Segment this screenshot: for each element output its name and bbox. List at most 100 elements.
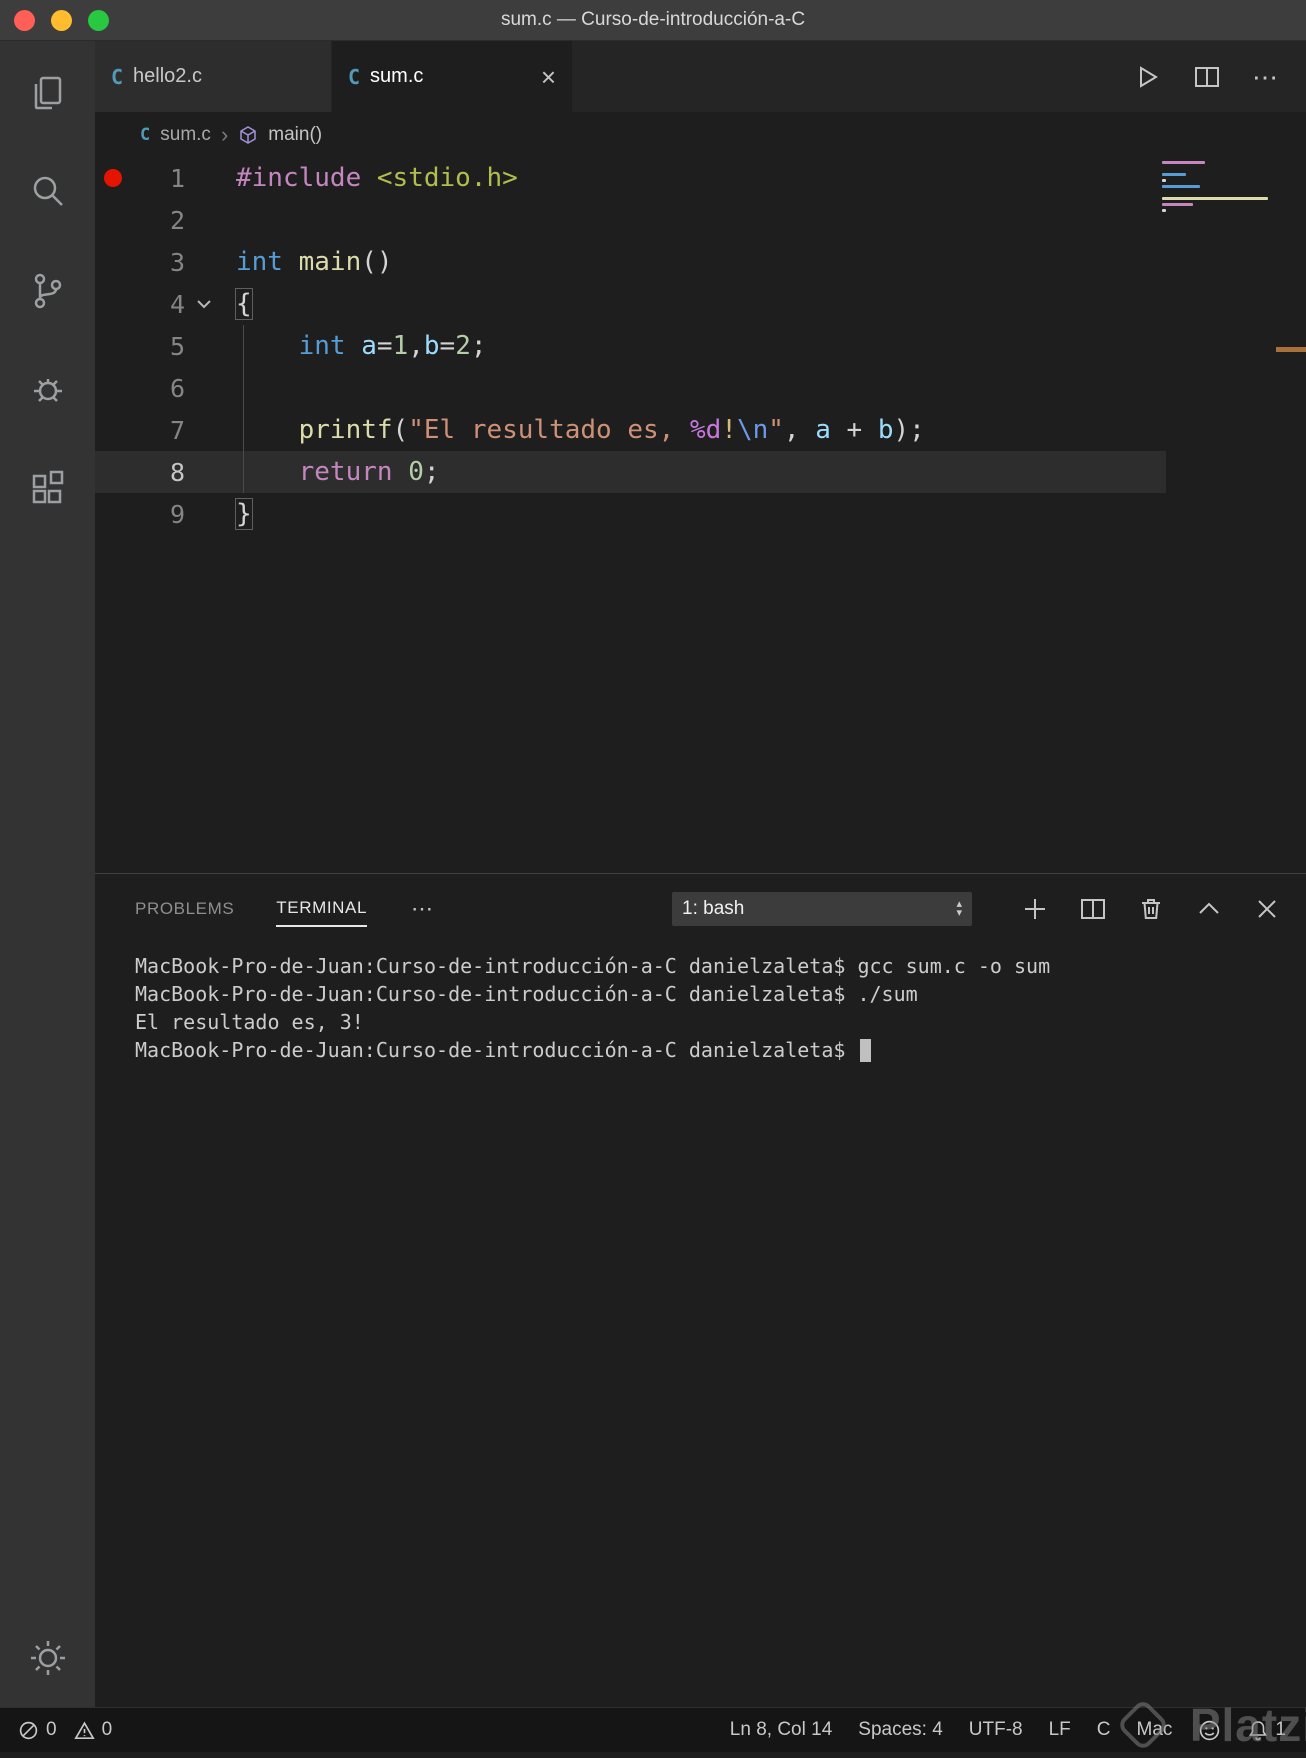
code-line[interactable]: 2 (95, 199, 1166, 241)
maximize-panel-icon[interactable] (1194, 894, 1224, 924)
minimap-line (1162, 191, 1166, 194)
line-number[interactable]: 8 (131, 458, 185, 487)
minimap-line (1162, 197, 1268, 200)
status-item[interactable]: Ln 8, Col 14 (730, 1719, 832, 1741)
close-window-button[interactable] (14, 9, 35, 31)
kill-terminal-icon[interactable] (1136, 894, 1166, 924)
split-editor-icon[interactable] (1192, 62, 1222, 92)
notifications-count: 1 (1275, 1719, 1286, 1740)
warnings-count: 0 (101, 1719, 113, 1740)
window-title: sum.c — Curso-de-introducción-a-C (500, 9, 806, 30)
terminal-cursor (860, 1039, 872, 1062)
tab-hello2c[interactable]: C hello2.c (95, 41, 332, 112)
explorer-icon[interactable] (26, 71, 70, 115)
tab-label: hello2.c (133, 65, 202, 87)
code-text[interactable]: { (223, 288, 253, 320)
feedback-smiley-icon[interactable] (1198, 1719, 1221, 1742)
code-line[interactable]: 3 int main() (95, 241, 1166, 283)
tab-terminal[interactable]: TERMINAL (276, 891, 368, 927)
bell-icon (1249, 1721, 1268, 1741)
line-number[interactable]: 4 (131, 290, 185, 319)
code-text[interactable]: } (223, 498, 253, 530)
close-tab-icon[interactable]: × (541, 64, 556, 90)
code-line[interactable]: 7 printf("El resultado es, %d!\n", a + b… (95, 409, 1166, 451)
code-line[interactable]: 8 return 0; (95, 451, 1166, 493)
minimap-line (1162, 161, 1206, 164)
status-item[interactable]: C (1097, 1719, 1111, 1741)
window-controls (0, 9, 109, 31)
more-actions-icon[interactable]: ⋯ (1252, 64, 1280, 90)
notifications-bell[interactable]: 1 (1247, 1719, 1286, 1741)
code-line[interactable]: 6 (95, 367, 1166, 409)
bottom-panel: PROBLEMS TERMINAL ⋯ 1: bash ▴ ▾ MacBook-… (95, 873, 1306, 1707)
fold-chevron-icon[interactable] (185, 292, 223, 316)
tab-label: sum.c (370, 65, 424, 87)
code-text[interactable]: int main() (223, 247, 393, 277)
code-text[interactable]: return 0; (223, 457, 440, 487)
debug-icon[interactable] (26, 368, 70, 412)
line-number[interactable]: 7 (131, 416, 185, 445)
minimize-window-button[interactable] (51, 9, 72, 31)
line-number[interactable]: 6 (131, 374, 185, 403)
terminal-output[interactable]: MacBook-Pro-de-Juan:Curso-de-introducció… (95, 944, 1306, 1707)
c-file-icon: C (111, 64, 124, 89)
tab-problems[interactable]: PROBLEMS (135, 892, 234, 926)
tab-sumc[interactable]: C sum.c × (332, 41, 572, 112)
run-button[interactable] (1132, 62, 1162, 92)
errors-count: 0 (46, 1719, 57, 1740)
editor-actions: ⋯ (1132, 41, 1306, 112)
terminal-line: MacBook-Pro-de-Juan:Curso-de-introducció… (135, 954, 1051, 978)
breadcrumb-file[interactable]: sum.c (160, 124, 211, 146)
code-text[interactable]: #include <stdio.h> (223, 163, 518, 193)
breakpoint-dot[interactable] (104, 169, 122, 187)
code-line[interactable]: 9} (95, 493, 1166, 535)
shell-select-value: 1: bash (682, 898, 745, 919)
code-editor[interactable]: 1 #include <stdio.h> 2 3 int main() 4{5 int a… (95, 157, 1306, 873)
extensions-icon[interactable] (26, 467, 70, 511)
close-panel-icon[interactable] (1252, 894, 1282, 924)
breadcrumb-symbol[interactable]: main() (268, 124, 322, 146)
code-text[interactable]: int a=1,b=2; (223, 331, 487, 361)
minimap-line (1162, 203, 1194, 206)
errors-icon (19, 1721, 38, 1739)
terminal-line: El resultado es, 3! (135, 1010, 364, 1034)
minimap-line (1162, 173, 1186, 176)
workbench: C hello2.c C sum.c × ⋯ C sum.c › main() … (95, 41, 1306, 1707)
line-number[interactable]: 3 (131, 248, 185, 277)
gutter-glyph-margin[interactable] (95, 169, 131, 187)
c-file-icon: C (140, 124, 151, 145)
code-line[interactable]: 5 int a=1,b=2; (95, 325, 1166, 367)
warnings-icon (73, 1720, 95, 1739)
new-terminal-icon[interactable] (1020, 894, 1050, 924)
minimap[interactable] (1162, 161, 1274, 212)
line-number[interactable]: 2 (131, 206, 185, 235)
minimap-line (1162, 209, 1166, 212)
line-number[interactable]: 9 (131, 500, 185, 529)
activity-bar (0, 41, 95, 1707)
terminal-line: MacBook-Pro-de-Juan:Curso-de-introducció… (135, 1036, 1306, 1064)
shell-select[interactable]: 1: bash ▴ ▾ (672, 892, 972, 926)
overview-ruler-mark (1276, 347, 1306, 352)
status-right-items: Ln 8, Col 14 Spaces: 4 UTF-8 LF C Mac (730, 1719, 1173, 1741)
status-item[interactable]: Spaces: 4 (858, 1719, 943, 1741)
line-number[interactable]: 1 (131, 164, 185, 193)
indent-guide (243, 325, 244, 493)
status-item[interactable]: LF (1049, 1719, 1071, 1741)
panel-more-icon[interactable]: ⋯ (411, 896, 434, 922)
panel-actions (1020, 894, 1282, 924)
code-line[interactable]: 1 #include <stdio.h> (95, 157, 1166, 199)
problems-status[interactable]: 0 0 (18, 1719, 112, 1741)
tab-bar: C hello2.c C sum.c × ⋯ (95, 41, 1306, 112)
code-lines: 1 #include <stdio.h> 2 3 int main() 4{5 int a… (95, 157, 1166, 535)
split-terminal-icon[interactable] (1078, 894, 1108, 924)
minimap-line (1162, 185, 1201, 188)
line-number[interactable]: 5 (131, 332, 185, 361)
status-item[interactable]: UTF-8 (969, 1719, 1023, 1741)
code-text[interactable]: printf("El resultado es, %d!\n", a + b); (223, 415, 925, 445)
zoom-window-button[interactable] (88, 9, 109, 31)
status-item[interactable]: Mac (1137, 1719, 1173, 1741)
code-line[interactable]: 4{ (95, 283, 1166, 325)
settings-gear-icon[interactable] (26, 1636, 70, 1680)
source-control-icon[interactable] (26, 269, 70, 313)
search-icon[interactable] (26, 170, 70, 214)
